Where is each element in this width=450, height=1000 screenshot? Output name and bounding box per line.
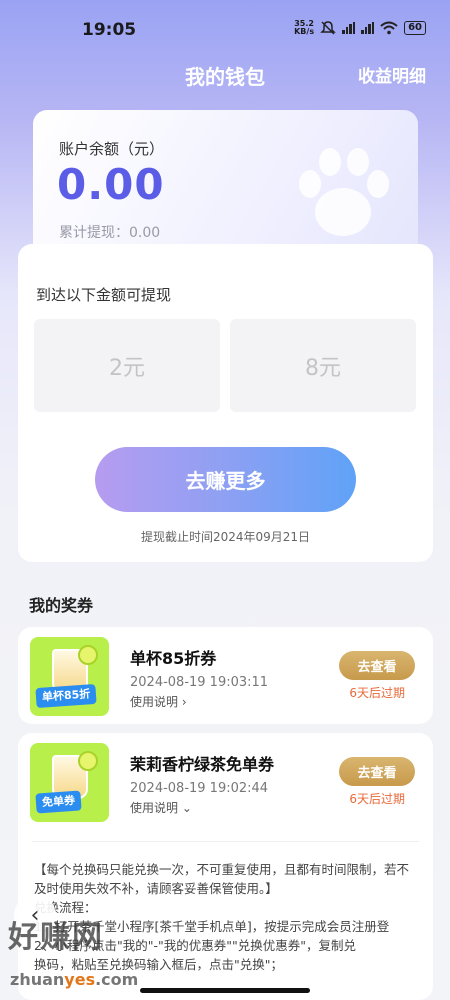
battery-icon: 60 [404,21,426,35]
coupon-name: 单杯85折券 [130,649,217,668]
usage-label: 使用说明 [130,801,179,815]
expire-text: 6天后过期 [349,686,405,700]
balance-label: 账户余额（元） [59,140,165,158]
usage-instructions-toggle[interactable]: 使用说明 ⌄ [130,799,192,816]
thumbnail-tag: 单杯85折 [35,683,97,709]
balance-value: 0.00 [57,160,165,209]
divider [32,841,419,842]
watermark-logo: 好赚网 [8,920,104,955]
coupon-thumbnail: 免单券 [30,743,109,822]
status-bar: 19:05 35.2 KB/s 60 [0,0,450,58]
paw-icon [299,148,389,236]
coupon-date: 2024-08-19 19:02:44 [130,781,269,796]
coupon-name: 茉莉香柠绿茶免单券 [130,755,275,774]
coupons-section-title: 我的奖券 [29,596,94,615]
status-icons: 35.2 KB/s 60 [294,20,426,36]
description-line: 【每个兑换码只能兑换一次，不可重复使用，且都有时间限制，若不及时使用失效不补，请… [34,862,410,896]
thumbnail-tag: 免单券 [35,790,82,814]
coupon-card: 单杯85折 单杯85折券 2024-08-19 19:03:11 使用说明 › … [18,627,433,724]
coupon-card: 免单券 茉莉香柠绿茶免单券 2024-08-19 19:02:44 使用说明 ⌄… [18,733,433,1000]
usage-instructions-link[interactable]: 使用说明 › [130,693,187,710]
signal-icon [361,22,375,34]
usage-label: 使用说明 [130,695,179,709]
coupon-date: 2024-08-19 19:03:11 [130,675,269,690]
home-indicator[interactable] [140,988,310,993]
withdraw-deadline: 提现截止时间2024年09月21日 [140,530,311,544]
expire-text: 6天后过期 [349,792,405,806]
withdraw-threshold-title: 到达以下金额可提现 [36,286,172,304]
earnings-detail-link[interactable]: 收益明细 [358,62,426,87]
net-speed: 35.2 KB/s [294,19,315,36]
status-time: 19:05 [82,20,137,40]
watermark-url: zhuanyes.com [10,970,139,989]
lemon-icon [78,751,98,771]
total-withdrawn: 累计提现：0.00 [59,225,161,241]
mute-icon [320,21,336,35]
signal-icon [342,22,356,34]
coupon-thumbnail: 单杯85折 [30,637,109,716]
chevron-down-icon: ⌄ [181,801,192,815]
chevron-right-icon: › [181,695,187,709]
withdraw-amount-option[interactable]: 2元 [34,319,220,412]
withdraw-card: 到达以下金额可提现 2元 8元 去赚更多 提现截止时间2024年09月21日 [18,244,433,562]
view-coupon-button[interactable]: 去查看 [339,757,415,786]
withdraw-amount-option[interactable]: 8元 [230,319,416,412]
view-coupon-button[interactable]: 去查看 [339,651,415,680]
earn-more-button[interactable]: 去赚更多 [95,447,356,512]
wifi-icon [380,21,398,35]
lemon-icon [78,645,98,665]
